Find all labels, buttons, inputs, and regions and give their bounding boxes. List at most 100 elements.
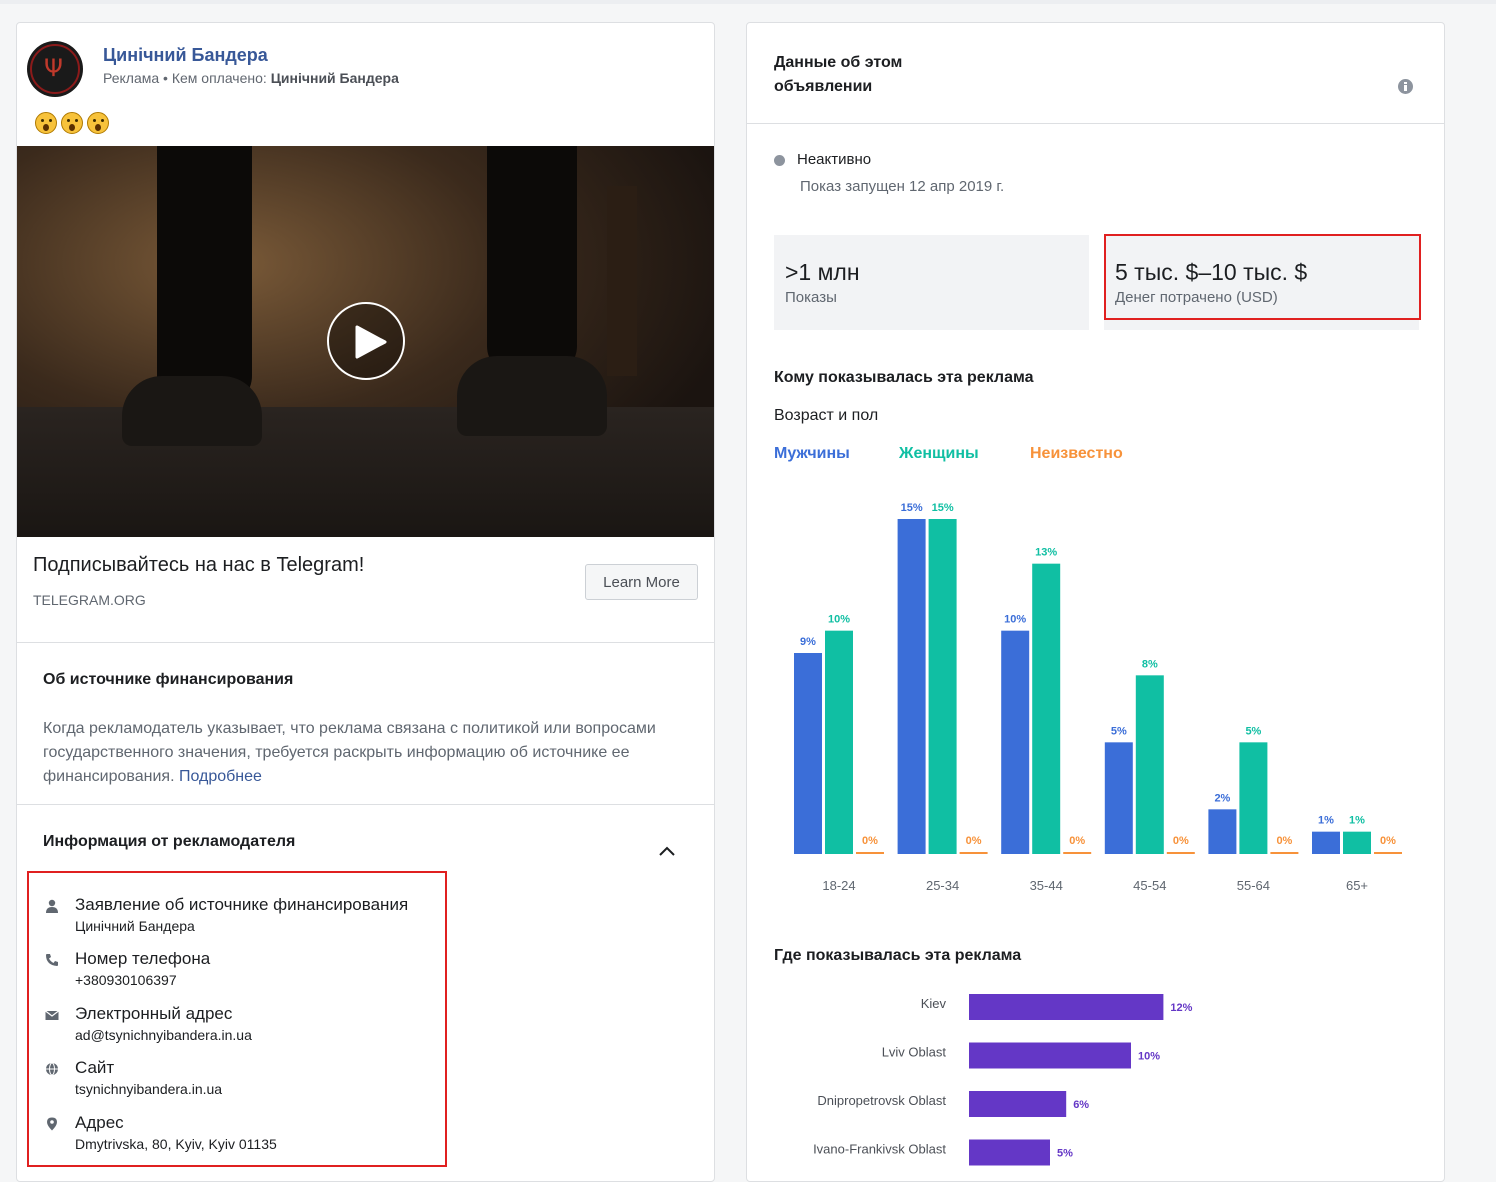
bar-Неизвестно-18-24[interactable] xyxy=(856,852,884,854)
bar-data-label: 0% xyxy=(1069,835,1085,847)
bar-data-label: 15% xyxy=(901,502,923,514)
info-icon[interactable] xyxy=(1398,79,1413,94)
funding-title: Об источнике финансирования xyxy=(43,671,294,688)
bar-Женщины-25-34[interactable] xyxy=(928,519,957,854)
play-button[interactable] xyxy=(327,302,405,380)
impressions-label: Показы xyxy=(785,289,837,306)
status-text: Неактивно xyxy=(797,151,872,168)
advertiser-info-section: Информация от рекламодателя Заявление об… xyxy=(17,805,714,1181)
bar-Женщины-65+[interactable] xyxy=(1343,831,1371,854)
region-chart: Kiev 12% Lviv Oblast 10% Dnipropetrovsk Obla… xyxy=(813,994,1193,1166)
bar-Неизвестно-35-44[interactable] xyxy=(1063,852,1092,854)
bar-Неизвестно-65+[interactable] xyxy=(1374,852,1402,854)
region-bar-Kiev[interactable] xyxy=(969,994,1164,1020)
info-label: Электронный адрес xyxy=(75,1004,233,1023)
info-item-address: Адрес Dmytrivska, 80, Kyiv, Kyiv 01135 xyxy=(29,1113,445,1161)
bar-Неизвестно-45-54[interactable] xyxy=(1166,852,1195,854)
info-value: Цинічний Бандера xyxy=(75,918,195,934)
info-value: Dmytrivska, 80, Kyiv, Kyiv 01135 xyxy=(75,1136,277,1152)
bar-data-label: 9% xyxy=(800,636,816,648)
bar-data-label: 0% xyxy=(1173,835,1189,847)
info-item-phone: Номер телефона +380930106397 xyxy=(29,949,445,997)
ad-header: Ψ Цинічний Бандера Реклама • Кем оплачен… xyxy=(27,41,707,97)
video-shape xyxy=(157,146,252,406)
audience-subtitle: Возраст и пол xyxy=(774,407,879,424)
bar-Женщины-55-64[interactable] xyxy=(1239,742,1268,854)
sponsor-prefix: Реклама • Кем оплачено: xyxy=(103,70,271,86)
legend-unknown[interactable]: Неизвестно xyxy=(1030,445,1123,463)
bar-data-label: 1% xyxy=(1349,815,1365,827)
funding-description: Когда рекламодатель указывает, что рекла… xyxy=(43,720,656,785)
bar-data-label: 10% xyxy=(828,614,850,626)
bar-data-label: 10% xyxy=(1004,614,1026,626)
info-item-funding: Заявление об источнике финансирования Ци… xyxy=(29,895,445,943)
bar-Женщины-45-54[interactable] xyxy=(1135,675,1164,854)
page-name-link[interactable]: Цинічний Бандера xyxy=(103,45,268,66)
bar-Неизвестно-55-64[interactable] xyxy=(1270,852,1299,854)
bar-data-label: 13% xyxy=(1035,547,1057,559)
bar-data-label: 5% xyxy=(1111,725,1127,737)
audience-title: Кому показывалась эта реклама xyxy=(774,369,1034,386)
bar-data-label: 0% xyxy=(1276,835,1292,847)
region-bar-Lviv Oblast[interactable] xyxy=(969,1042,1131,1069)
legend-female[interactable]: Женщины xyxy=(899,445,979,463)
region-label: Dnipropetrovsk Oblast xyxy=(817,1093,946,1108)
bar-data-label: 15% xyxy=(932,502,954,514)
region-bar-Dnipropetrovsk Oblast[interactable] xyxy=(969,1091,1067,1117)
bar-data-label: 8% xyxy=(1142,658,1158,670)
region-bar-Ivano-Frankivsk Oblast[interactable] xyxy=(969,1139,1050,1166)
region-title: Где показывалась эта реклама xyxy=(774,947,1022,964)
impressions-box: >1 млн Показы xyxy=(774,235,1089,330)
person-icon xyxy=(46,899,58,913)
region-data-label: 6% xyxy=(1073,1099,1089,1111)
x-tick-label: 25-34 xyxy=(926,878,959,893)
cta-domain: TELEGRAM.ORG xyxy=(33,592,146,608)
learn-more-button[interactable]: Learn More xyxy=(585,564,698,600)
x-tick-label: 45-54 xyxy=(1133,878,1166,893)
x-tick-label: 18-24 xyxy=(822,878,855,893)
avatar[interactable]: Ψ xyxy=(27,41,83,97)
bar-data-label: 0% xyxy=(1380,835,1396,847)
top-border xyxy=(0,0,1496,4)
cta-title: Подписывайтесь на нас в Telegram! xyxy=(33,554,365,576)
location-pin-icon xyxy=(47,1117,57,1131)
region-data-label: 5% xyxy=(1057,1148,1073,1160)
funding-section: Об источнике финансирования Когда реклам… xyxy=(17,643,714,805)
status-dot-icon xyxy=(774,155,785,166)
bar-Женщины-35-44[interactable] xyxy=(1032,563,1061,854)
bar-Мужчины-45-54[interactable] xyxy=(1104,742,1133,854)
details-title: Данные об этом объявлении xyxy=(774,54,903,95)
bar-Неизвестно-25-34[interactable] xyxy=(959,852,988,854)
info-label: Номер телефона xyxy=(75,949,211,968)
bar-Мужчины-55-64[interactable] xyxy=(1208,809,1237,854)
x-tick-label: 55-64 xyxy=(1237,878,1270,893)
video-player[interactable] xyxy=(17,146,714,537)
bar-data-label: 5% xyxy=(1245,725,1261,737)
learn-more-link[interactable]: Подробнее xyxy=(179,768,262,785)
bar-data-label: 1% xyxy=(1318,815,1334,827)
video-shape xyxy=(607,186,637,376)
legend-male[interactable]: Мужчины xyxy=(774,445,850,463)
bar-Мужчины-35-44[interactable] xyxy=(1001,630,1030,854)
ad-details-card: Данные об этом объявлении Неактивно Пока… xyxy=(746,22,1445,1182)
globe-icon xyxy=(46,1062,58,1076)
sponsor-name: Цинічний Бандера xyxy=(270,70,399,86)
bar-Мужчины-65+[interactable] xyxy=(1312,831,1340,854)
emoji-row xyxy=(35,112,109,134)
advertiser-info-box: Заявление об источнике финансирования Ци… xyxy=(27,871,447,1167)
info-value[interactable]: ad@tsynichnyibandera.in.ua xyxy=(75,1027,252,1043)
info-label: Адрес xyxy=(75,1113,124,1132)
video-shape xyxy=(122,376,262,446)
region-data-label: 10% xyxy=(1138,1051,1160,1063)
phone-icon xyxy=(46,954,58,966)
region-data-label: 12% xyxy=(1170,1002,1192,1014)
info-value[interactable]: tsynichnyibandera.in.ua xyxy=(75,1081,222,1097)
bar-Мужчины-18-24[interactable] xyxy=(794,653,822,854)
region-label: Ivano-Frankivsk Oblast xyxy=(813,1142,946,1157)
bar-Женщины-18-24[interactable] xyxy=(825,630,853,854)
shocked-face-icon xyxy=(87,112,109,134)
bar-Мужчины-25-34[interactable] xyxy=(897,519,926,854)
chevron-up-icon[interactable] xyxy=(658,845,676,857)
advertiser-title: Информация от рекламодателя xyxy=(43,833,296,850)
region-label: Lviv Oblast xyxy=(882,1045,947,1060)
